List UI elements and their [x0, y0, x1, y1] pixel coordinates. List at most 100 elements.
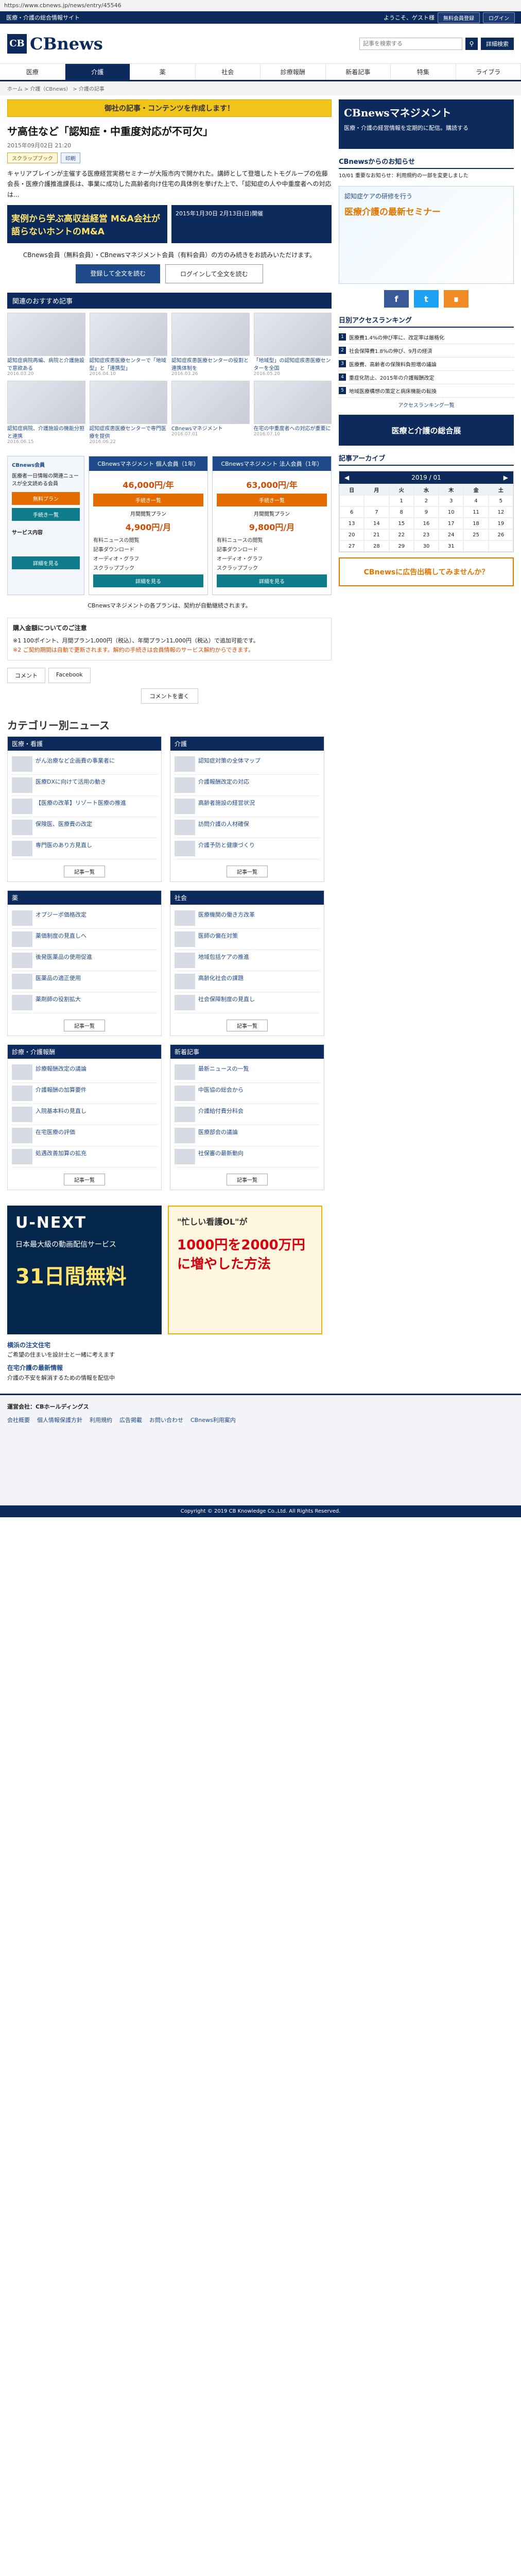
breadcrumb[interactable]: ホーム > 介護（CBnews） > 介護の記事	[0, 81, 521, 95]
calendar-day[interactable]: 15	[389, 518, 414, 529]
free-plan-procedure-button[interactable]: 手続き一覧	[12, 508, 80, 521]
list-item[interactable]: がん治療など企画費の事業者に	[12, 754, 157, 775]
tab-comment[interactable]: コメント	[7, 667, 45, 683]
calendar-day[interactable]: 28	[364, 540, 389, 552]
tab-facebook[interactable]: Facebook	[48, 667, 91, 683]
calendar-day[interactable]: 7	[364, 506, 389, 518]
list-item[interactable]: オプジーボ価格改定	[12, 908, 157, 929]
calendar-day[interactable]: 17	[439, 518, 464, 529]
nav-item-care[interactable]: 介護	[65, 64, 130, 80]
expo-ad[interactable]: 医療と介護の総合展	[339, 415, 514, 446]
search-input[interactable]	[359, 37, 462, 50]
footer-link[interactable]: 利用規約	[90, 1416, 112, 1424]
bonus-ad[interactable]: "忙しい看護OL"が 1000円を2000万円に増やした方法	[168, 1205, 322, 1334]
detail-search-button[interactable]: 詳細検索	[481, 37, 514, 50]
text-ad[interactable]: 在宅介護の最新情報 介護の不安を解消するための情報を配信中	[7, 1363, 514, 1382]
free-detail-button[interactable]: 詳細を見る	[12, 556, 80, 570]
list-item[interactable]: 高齢者施設の経営状況	[175, 796, 320, 817]
recommended-item[interactable]: CBnewsマネジメント 2016.07.01	[171, 381, 250, 445]
more-button[interactable]: 記事一覧	[227, 1019, 268, 1031]
facebook-icon[interactable]: f	[384, 290, 409, 308]
list-item[interactable]: 高齢化社会の課題	[175, 971, 320, 992]
calendar-day[interactable]: 8	[389, 506, 414, 518]
more-button[interactable]: 記事一覧	[64, 1173, 105, 1185]
calendar-day[interactable]: 4	[463, 495, 489, 506]
footer-link[interactable]: 広告掲載	[119, 1416, 142, 1424]
article-banner[interactable]: 御社の記事・コンテンツを作成します！	[7, 99, 332, 117]
calendar-day[interactable]: 26	[488, 529, 513, 540]
calendar-day[interactable]: 10	[439, 506, 464, 518]
text-ad[interactable]: 横浜の注文住宅 ご希望の住まいを設計士と一緒に考えます	[7, 1341, 514, 1360]
list-item[interactable]: 【医療の改革】リゾート医療の推進	[12, 796, 157, 817]
nav-item-new[interactable]: 新着記事	[326, 64, 391, 80]
more-button[interactable]: 記事一覧	[227, 865, 268, 877]
print-button[interactable]: 印刷	[61, 152, 80, 163]
more-button[interactable]: 記事一覧	[64, 865, 105, 877]
category-heading[interactable]: 診療・介護報酬	[8, 1044, 161, 1059]
ranking-item[interactable]: 2 社会保障費1.8%の伸び、9月の経済	[339, 344, 514, 358]
category-heading[interactable]: 新着記事	[170, 1044, 324, 1059]
nav-item-medical[interactable]: 医療	[0, 64, 65, 80]
notice-item[interactable]: 10/01 重要なお知らせ：利用規約の一部を変更しました	[339, 172, 514, 180]
list-item[interactable]: 薬剤師の役割拡大	[12, 992, 157, 1013]
recommended-item[interactable]: 在宅の中重度者への対応が重要に 2016.07.10	[253, 381, 332, 445]
nav-item-special[interactable]: 特集	[391, 64, 456, 80]
register-button[interactable]: 無料会員登録	[438, 12, 480, 23]
calendar-day[interactable]: 3	[439, 495, 464, 506]
calendar-day[interactable]: 1	[389, 495, 414, 506]
browser-url-bar[interactable]: https://www.cbnews.jp/news/entry/45546	[0, 0, 521, 11]
free-plan-button[interactable]: 無料プラン	[12, 492, 80, 505]
nav-item-society[interactable]: 社会	[196, 64, 260, 80]
recommended-item[interactable]: 認知症疾患医療センターで専門医療を提供 2016.06.22	[89, 381, 167, 445]
calendar-day[interactable]: 2	[413, 495, 439, 506]
list-item[interactable]: 医師の偏在対策	[175, 929, 320, 950]
plan-individual-button[interactable]: 手続き一覧	[93, 494, 203, 507]
site-logo[interactable]: CB CBnews	[7, 33, 103, 54]
list-item[interactable]: 介護予防と健康づくり	[175, 838, 320, 859]
calendar-day[interactable]: 31	[439, 540, 464, 552]
recommended-item[interactable]: 認知症疾患医療センターで「地域型」と「連携型」 2016.04.10	[89, 313, 167, 377]
list-item[interactable]: 中医協の総会から	[175, 1083, 320, 1104]
next-month-icon[interactable]: ▶	[503, 474, 508, 481]
nav-item-drug[interactable]: 薬	[130, 64, 196, 80]
prev-month-icon[interactable]: ◀	[344, 474, 349, 481]
calendar-day[interactable]: 23	[413, 529, 439, 540]
calendar-day[interactable]: 14	[364, 518, 389, 529]
calendar-day[interactable]: 16	[413, 518, 439, 529]
calendar-day[interactable]: 27	[339, 540, 364, 552]
more-button[interactable]: 記事一覧	[64, 1019, 105, 1031]
calendar-day[interactable]: 11	[463, 506, 489, 518]
footer-link[interactable]: お問い合わせ	[149, 1416, 183, 1424]
login-read-button[interactable]: ログインして全文を読む	[165, 264, 263, 284]
inline-ad-date[interactable]: 2015年1月30日 2月13日(日)開催	[171, 205, 332, 244]
more-ranking-link[interactable]: アクセスランキング一覧	[339, 401, 514, 409]
ranking-item[interactable]: 3 医療費、高齢者の保険料負担増の議論	[339, 358, 514, 371]
list-item[interactable]: 保険医、医療費の改定	[12, 817, 157, 838]
calendar-day[interactable]: 13	[339, 518, 364, 529]
category-heading[interactable]: 社会	[170, 890, 324, 905]
list-item[interactable]: 介護報酬改定の対応	[175, 775, 320, 796]
more-button[interactable]: 記事一覧	[227, 1173, 268, 1185]
ad-placement-banner[interactable]: CBnewsに広告出稿してみませんか？	[339, 557, 514, 586]
recommended-item[interactable]: 認知症病院再編、病院と介護施設で意欲ある 2016.03.20	[7, 313, 85, 377]
calendar-day[interactable]: 20	[339, 529, 364, 540]
calendar-day[interactable]: 25	[463, 529, 489, 540]
list-item[interactable]: 薬価制度の見直しへ	[12, 929, 157, 950]
list-item[interactable]: 診療報酬改定の議論	[12, 1062, 157, 1083]
list-item[interactable]: 後発医薬品の使用促進	[12, 950, 157, 971]
list-item[interactable]: 処遇改善加算の拡充	[12, 1146, 157, 1167]
calendar-day[interactable]: 19	[488, 518, 513, 529]
plan-individual-detail-button[interactable]: 詳細を見る	[93, 574, 203, 588]
list-item[interactable]: 訪問介護の人材確保	[175, 817, 320, 838]
calendar-day[interactable]: 29	[389, 540, 414, 552]
list-item[interactable]: 医薬品の適正使用	[12, 971, 157, 992]
list-item[interactable]: 医療DXに向けて活用の動き	[12, 775, 157, 796]
nav-item-library[interactable]: ライブラ	[456, 64, 521, 80]
twitter-icon[interactable]: t	[414, 290, 439, 308]
list-item[interactable]: 医療機関の働き方改革	[175, 908, 320, 929]
footer-link[interactable]: CBnews利用案内	[190, 1416, 236, 1424]
calendar-day[interactable]: 6	[339, 506, 364, 518]
list-item[interactable]: 入院基本料の見直し	[12, 1104, 157, 1125]
calendar-day[interactable]: 21	[364, 529, 389, 540]
footer-link[interactable]: 会社概要	[7, 1416, 30, 1424]
